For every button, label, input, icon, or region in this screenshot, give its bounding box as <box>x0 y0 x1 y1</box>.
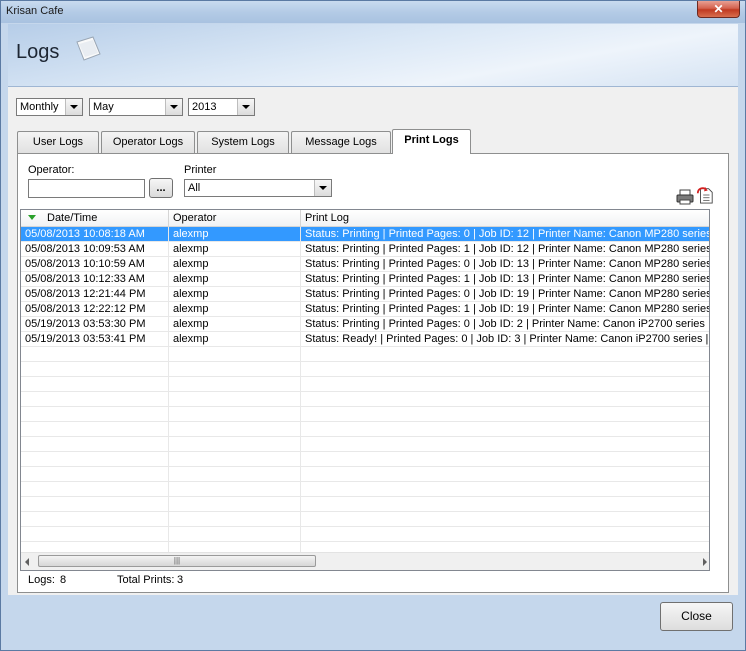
period-select[interactable]: Monthly <box>16 98 83 116</box>
page-title: Logs <box>16 41 60 63</box>
close-button[interactable]: Close <box>660 602 733 631</box>
title-bar[interactable]: Krisan Cafe ✕ <box>1 1 745 23</box>
column-header-operator[interactable]: Operator <box>169 210 301 226</box>
cell-operator: alexmp <box>169 272 301 286</box>
column-header-datetime[interactable]: Date/Time <box>21 210 169 226</box>
tab-operator-logs[interactable]: Operator Logs <box>101 131 195 153</box>
cell-operator: alexmp <box>169 227 301 241</box>
browse-operator-button[interactable]: ... <box>149 178 173 198</box>
cell-operator: alexmp <box>169 332 301 346</box>
table-row[interactable]: 05/08/2013 10:10:59 AM alexmp Status: Prin… <box>21 257 710 272</box>
empty-row <box>21 437 709 452</box>
month-value: May <box>93 101 114 113</box>
scroll-right-icon[interactable] <box>703 558 707 566</box>
chevron-down-icon[interactable] <box>237 99 254 115</box>
print-log-table[interactable]: Date/Time Operator Print Log 05/08/2013 … <box>20 209 710 571</box>
print-logs-panel: Operator: ... Printer All Date/Time Oper… <box>17 153 729 593</box>
window-close-button[interactable]: ✕ <box>697 1 740 18</box>
total-prints-value: 3 <box>177 574 184 586</box>
empty-row <box>21 482 709 497</box>
scrollbar-thumb[interactable]: ||| <box>38 555 316 567</box>
empty-row <box>21 422 709 437</box>
year-select[interactable]: 2013 <box>188 98 255 116</box>
column-header-print-log[interactable]: Print Log <box>301 210 709 226</box>
table-body: 05/08/2013 10:08:18 AM alexmp Status: Prin… <box>21 227 710 557</box>
table-row[interactable]: 05/08/2013 12:22:12 PM alexmp Status: Prin… <box>21 302 710 317</box>
empty-row <box>21 392 709 407</box>
empty-row <box>21 452 709 467</box>
table-row[interactable]: 05/08/2013 10:12:33 AM alexmp Status: Prin… <box>21 272 710 287</box>
export-document-icon[interactable] <box>696 186 714 204</box>
table-row[interactable]: 05/08/2013 10:09:53 AM alexmp Status: Prin… <box>21 242 710 257</box>
table-row[interactable]: 05/19/2013 03:53:41 PM alexmp Status: Read… <box>21 332 710 347</box>
tab-system-logs[interactable]: System Logs <box>197 131 289 153</box>
tab-print-logs[interactable]: Print Logs <box>392 129 471 154</box>
close-icon: ✕ <box>713 2 724 16</box>
cell-datetime: 05/08/2013 12:22:12 PM <box>21 302 169 316</box>
table-row[interactable]: 05/08/2013 12:21:44 PM alexmp Status: Prin… <box>21 287 710 302</box>
empty-row <box>21 362 709 377</box>
printer-select[interactable]: All <box>184 179 332 197</box>
empty-row <box>21 467 709 482</box>
cell-datetime: 05/08/2013 10:09:53 AM <box>21 242 169 256</box>
operator-label: Operator: <box>28 164 75 176</box>
empty-row <box>21 527 709 542</box>
cell-operator: alexmp <box>169 242 301 256</box>
cell-operator: alexmp <box>169 257 301 271</box>
operator-input[interactable] <box>28 179 145 198</box>
empty-row <box>21 377 709 392</box>
cell-datetime: 05/08/2013 10:10:59 AM <box>21 257 169 271</box>
chevron-down-icon[interactable] <box>314 180 331 196</box>
cell-print-log: Status: Printing | Printed Pages: 1 | Jo… <box>305 243 710 255</box>
cell-print-log: Status: Printing | Printed Pages: 0 | Jo… <box>305 318 710 330</box>
window-title: Krisan Cafe <box>6 5 64 17</box>
empty-row <box>21 347 709 362</box>
table-header: Date/Time Operator Print Log <box>21 210 709 227</box>
sort-descending-icon <box>28 215 36 220</box>
cell-datetime: 05/08/2013 10:08:18 AM <box>21 227 169 241</box>
cell-operator: alexmp <box>169 317 301 331</box>
cell-print-log: Status: Printing | Printed Pages: 0 | Jo… <box>305 258 710 270</box>
tab-user-logs[interactable]: User Logs <box>17 131 99 153</box>
chevron-down-icon[interactable] <box>65 99 82 115</box>
year-value: 2013 <box>192 101 217 113</box>
cell-datetime: 05/08/2013 12:21:44 PM <box>21 287 169 301</box>
empty-row <box>21 512 709 527</box>
month-select[interactable]: May <box>89 98 183 116</box>
scroll-left-icon[interactable] <box>25 558 29 566</box>
empty-row <box>21 407 709 422</box>
table-row[interactable]: 05/19/2013 03:53:30 PM alexmp Status: Prin… <box>21 317 710 332</box>
cell-print-log: Status: Printing | Printed Pages: 0 | Jo… <box>305 228 710 240</box>
cell-datetime: 05/19/2013 03:53:41 PM <box>21 332 169 346</box>
cell-operator: alexmp <box>169 302 301 316</box>
printer-icon[interactable] <box>676 188 694 206</box>
logs-count-value: 8 <box>60 574 67 586</box>
logs-count-label: Logs: <box>28 574 55 586</box>
printer-value: All <box>188 182 201 194</box>
cell-print-log: Status: Printing | Printed Pages: 1 | Jo… <box>305 273 710 285</box>
period-value: Monthly <box>20 101 59 113</box>
document-icon <box>76 36 101 61</box>
table-row[interactable]: 05/08/2013 10:08:18 AM alexmp Status: Prin… <box>21 227 710 242</box>
cell-print-log: Status: Printing | Printed Pages: 1 | Jo… <box>305 303 710 315</box>
tab-message-logs[interactable]: Message Logs <box>291 131 391 153</box>
total-prints-label: Total Prints: <box>117 574 175 586</box>
content-area: Monthly May 2013 User Logs Operator Logs… <box>8 87 738 595</box>
cell-datetime: 05/19/2013 03:53:30 PM <box>21 317 169 331</box>
column-header-datetime-label: Date/Time <box>47 212 98 224</box>
horizontal-scrollbar[interactable]: ||| <box>21 552 709 570</box>
header-banner: Logs <box>8 24 738 87</box>
chevron-down-icon[interactable] <box>165 99 182 115</box>
printer-label: Printer <box>184 164 217 176</box>
cell-print-log: Status: Printing | Printed Pages: 0 | Jo… <box>305 288 710 300</box>
cell-datetime: 05/08/2013 10:12:33 AM <box>21 272 169 286</box>
logs-window: Krisan Cafe ✕ Logs Monthly May 2013 User… <box>0 0 746 651</box>
cell-operator: alexmp <box>169 287 301 301</box>
cell-print-log: Status: Ready! | Printed Pages: 0 | Job … <box>305 333 710 345</box>
empty-row <box>21 497 709 512</box>
